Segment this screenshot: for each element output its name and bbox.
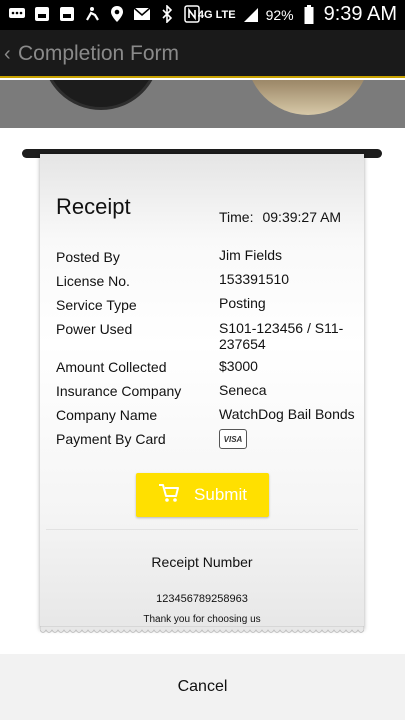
avatar <box>246 80 370 115</box>
visa-card-icon: VISA <box>219 429 247 449</box>
status-right: 4G LTE 92% 9:39 AM <box>198 3 397 26</box>
cancel-button[interactable]: Cancel <box>0 654 405 720</box>
location-icon <box>108 5 126 23</box>
row-label: Company Name <box>56 407 158 423</box>
row-label: Amount Collected <box>56 359 167 375</box>
receipt-number-label: Receipt Number <box>151 554 253 570</box>
cancel-bar: Cancel <box>0 654 405 720</box>
bluetooth-icon <box>158 5 176 23</box>
gallery-icon <box>58 5 76 23</box>
row-label: Service Type <box>56 297 137 313</box>
gallery-icon <box>33 5 51 23</box>
4g-lte-icon: 4G LTE <box>197 8 236 21</box>
submit-button[interactable]: Submit <box>136 473 269 517</box>
battery-icon <box>300 4 318 24</box>
receipt-title: Receipt <box>56 194 131 219</box>
mail-icon <box>133 5 151 23</box>
receipt-paper: Receipt Time: 09:39:27 AM Posted By Jim F… <box>40 154 364 630</box>
row-label: Posted By <box>56 249 120 265</box>
receipt-number: 123456789258963 <box>156 593 248 605</box>
row-value: $3000 <box>219 358 258 374</box>
page-title[interactable]: Completion Form <box>18 42 179 66</box>
thank-you-text: Thank you for choosing us <box>143 614 261 625</box>
avatar <box>42 80 160 110</box>
row-value: Seneca <box>219 382 267 398</box>
row-label: License No. <box>56 273 130 289</box>
back-chevron-icon[interactable]: ‹ <box>4 43 11 66</box>
row-value: Posting <box>219 295 266 311</box>
background-content <box>0 80 405 128</box>
receipt-time: Time: 09:39:27 AM <box>219 209 341 225</box>
status-bar: 4G LTE 92% 9:39 AM <box>0 0 405 30</box>
signal-icon <box>242 6 260 24</box>
divider <box>46 529 358 530</box>
row-label: Payment By Card <box>56 431 166 447</box>
row-label: Power Used <box>56 321 133 337</box>
row-value: S101-123456 / S11-237654 <box>219 320 344 352</box>
submit-label: Submit <box>194 485 247 504</box>
notification-icons <box>8 5 201 23</box>
wheelchair-icon <box>83 5 101 23</box>
battery-percent: 92% <box>265 6 294 23</box>
cart-icon <box>158 483 180 508</box>
row-label: Insurance Company <box>56 383 182 399</box>
clock: 9:39 AM <box>323 3 397 25</box>
messages-icon <box>8 5 26 23</box>
time-value: 09:39:27 AM <box>262 209 342 225</box>
row-value: WatchDog Bail Bonds <box>219 406 355 422</box>
time-label: Time: <box>219 209 254 225</box>
receipt-torn-edge <box>40 626 364 633</box>
row-value: 153391510 <box>219 271 290 287</box>
app-bar: ‹ Completion Form <box>0 30 405 78</box>
row-value: Jim Fields <box>219 247 283 263</box>
